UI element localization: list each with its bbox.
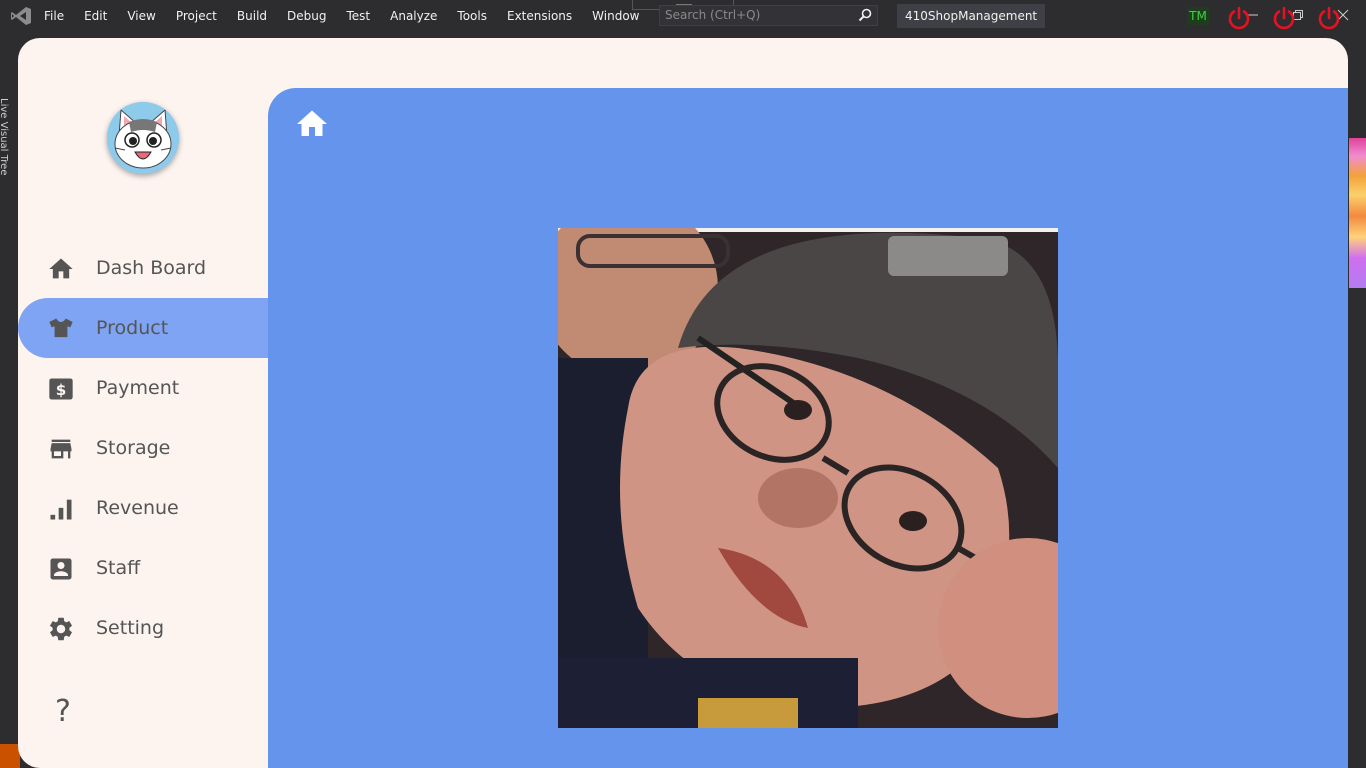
- store-icon: [50, 439, 72, 459]
- power-icon[interactable]: [1316, 5, 1342, 31]
- tshirt-icon: [49, 318, 73, 338]
- menu-build[interactable]: Build: [227, 0, 277, 32]
- main-content-panel: [268, 88, 1348, 768]
- ide-search-input[interactable]: Search (Ctrl+Q): [659, 5, 878, 26]
- menu-debug[interactable]: Debug: [277, 0, 336, 32]
- search-icon: [858, 8, 872, 22]
- visual-studio-logo-icon: [11, 7, 31, 25]
- sidebar-item-revenue[interactable]: Revenue: [18, 478, 268, 538]
- avatar[interactable]: [107, 102, 179, 174]
- menu-file[interactable]: File: [34, 0, 74, 32]
- menu-project[interactable]: Project: [166, 0, 227, 32]
- sidebar-item-label: Dash Board: [96, 257, 207, 279]
- menu-analyze[interactable]: Analyze: [380, 0, 447, 32]
- ide-title-bar: File Edit View Project Build Debug Test …: [0, 0, 1366, 32]
- bar-signal-icon: [50, 499, 72, 520]
- sidebar-item-label: Storage: [96, 437, 171, 459]
- sidebar-item-label: Setting: [96, 617, 165, 639]
- sidebar-item-label: Payment: [96, 377, 180, 399]
- home-icon: [49, 258, 73, 279]
- profile-photo: [558, 228, 1058, 728]
- side-tab-label: Live Visual Tree: [0, 98, 9, 176]
- search-placeholder: Search (Ctrl+Q): [665, 8, 761, 22]
- status-bar-corner: [0, 744, 20, 768]
- menu-view[interactable]: View: [117, 0, 165, 32]
- profile-photo-image: [558, 228, 1058, 728]
- sidebar-nav: Dash Board Product $ Payment Storage Rev…: [18, 238, 268, 658]
- live-visual-tree-tab[interactable]: Live Visual Tree: [0, 38, 18, 178]
- cat-avatar-image: [107, 102, 179, 174]
- sidebar-item-label: Product: [96, 317, 169, 339]
- sidebar-item-storage[interactable]: Storage: [18, 418, 268, 478]
- menu-tools[interactable]: Tools: [447, 0, 497, 32]
- sidebar-item-product[interactable]: Product: [18, 298, 268, 358]
- home-icon[interactable]: [294, 106, 330, 142]
- sidebar-item-label: Staff: [96, 557, 141, 579]
- sidebar-item-staff[interactable]: Staff: [18, 538, 268, 598]
- account-box-icon: [50, 558, 72, 580]
- menu-extensions[interactable]: Extensions: [497, 0, 582, 32]
- help-button[interactable]: ?: [48, 690, 78, 734]
- user-initials-badge[interactable]: TM: [1187, 7, 1209, 25]
- power-icon[interactable]: [1226, 5, 1252, 31]
- ide-menu-bar: File Edit View Project Build Debug Test …: [34, 0, 697, 32]
- shop-management-window: Dash Board Product $ Payment Storage Rev…: [18, 38, 1348, 768]
- sidebar-item-dash-board[interactable]: Dash Board: [18, 238, 268, 298]
- svg-text:$: $: [56, 381, 67, 399]
- gear-icon: [49, 617, 72, 641]
- menu-test[interactable]: Test: [336, 0, 380, 32]
- background-wallpaper-strip: [1349, 138, 1366, 288]
- dollar-card-icon: $: [49, 378, 73, 400]
- sidebar-item-payment[interactable]: $ Payment: [18, 358, 268, 418]
- sidebar-item-label: Revenue: [96, 497, 179, 519]
- menu-edit[interactable]: Edit: [74, 0, 117, 32]
- power-icon[interactable]: [1271, 5, 1297, 31]
- sidebar-item-setting[interactable]: Setting: [18, 598, 268, 658]
- solution-name-badge: 410ShopManagement: [897, 4, 1046, 28]
